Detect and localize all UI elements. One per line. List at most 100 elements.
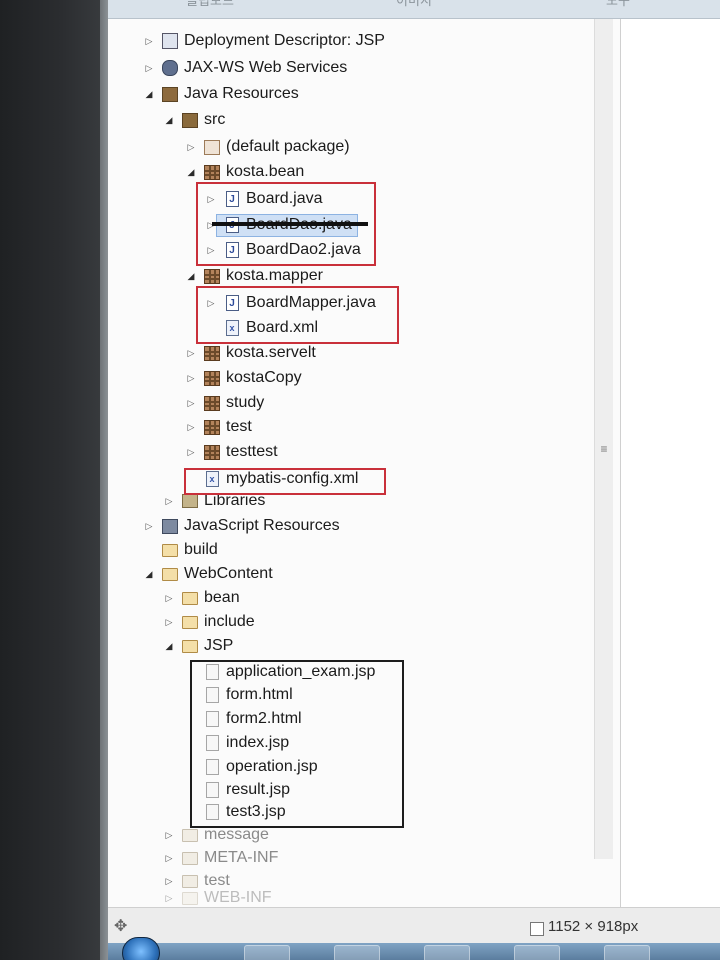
triangle-down-icon[interactable]: ◢	[164, 114, 174, 126]
package-icon	[204, 164, 220, 180]
triangle-right-icon[interactable]: ▷	[144, 62, 154, 74]
tree-item-label: JAX-WS Web Services	[184, 59, 348, 76]
javascript-resources-icon	[162, 518, 178, 534]
triangle-right-icon[interactable]: ▷	[164, 892, 174, 904]
triangle-right-icon[interactable]: ▷	[186, 397, 196, 409]
tree-item-label: WebContent	[184, 565, 273, 582]
tree-item-webcontent[interactable]: ◢ WebContent	[144, 563, 273, 585]
move-icon: ✥	[114, 918, 128, 935]
triangle-right-icon[interactable]: ▷	[186, 421, 196, 433]
tab-tools[interactable]: 도구	[516, 0, 720, 18]
package-icon	[204, 345, 220, 361]
taskbar-app-button[interactable]	[514, 945, 560, 960]
tree-item-bean[interactable]: ▷ bean	[164, 587, 240, 609]
taskbar-app-button[interactable]	[334, 945, 380, 960]
package-icon	[204, 370, 220, 386]
folder-open-icon	[182, 638, 198, 654]
triangle-down-icon[interactable]: ◢	[186, 270, 196, 282]
tree-item-label: JSP	[204, 637, 234, 654]
tab-image[interactable]: 이미지	[312, 0, 516, 18]
triangle-right-icon[interactable]: ▷	[186, 347, 196, 359]
tree-item-label: kosta.servelt	[226, 344, 316, 361]
triangle-down-icon[interactable]: ◢	[186, 166, 196, 178]
tree-item-label: WEB-INF	[204, 891, 272, 905]
folder-open-icon	[162, 566, 178, 582]
tree-item-default-package[interactable]: ▷ (default package)	[186, 136, 350, 158]
tree-item-jax-ws[interactable]: ▷ JAX-WS Web Services	[144, 57, 347, 79]
no-arrow-spacer	[144, 544, 154, 556]
folder-icon	[182, 891, 198, 905]
tree-item-label: JavaScript Resources	[184, 517, 340, 534]
vertical-scrollbar[interactable]: ≡	[594, 19, 613, 859]
tree-item-java-resources[interactable]: ◢ Java Resources	[144, 83, 299, 105]
editor-pane	[621, 19, 720, 907]
tree-item-label: META-INF	[204, 849, 279, 866]
folder-icon	[182, 827, 198, 843]
tree-item-kostacopy[interactable]: ▷ kostaCopy	[186, 367, 302, 389]
tree-item-deployment-descriptor[interactable]: ▷ Deployment Descriptor: JSP	[144, 30, 385, 52]
tree-item-meta-inf[interactable]: ▷ META-INF	[164, 847, 279, 869]
tree-item-javascript-resources[interactable]: ▷ JavaScript Resources	[144, 515, 340, 537]
tree-item-label: test	[204, 872, 230, 889]
triangle-right-icon[interactable]: ▷	[164, 495, 174, 507]
triangle-right-icon[interactable]: ▷	[164, 875, 174, 887]
tree-item-label: testtest	[226, 443, 278, 460]
tree-item-label: study	[226, 394, 265, 411]
taskbar-app-button[interactable]	[424, 945, 470, 960]
tree-item-label: test	[226, 418, 252, 435]
package-icon	[204, 139, 220, 155]
folder-icon	[182, 850, 198, 866]
folder-icon	[182, 873, 198, 889]
deployment-descriptor-icon	[162, 33, 178, 49]
folder-icon	[162, 542, 178, 558]
tree-item-label: (default package)	[226, 138, 350, 155]
triangle-right-icon[interactable]: ▷	[164, 616, 174, 628]
package-icon	[204, 444, 220, 460]
folder-icon	[182, 614, 198, 630]
triangle-right-icon[interactable]: ▷	[186, 446, 196, 458]
highlight-box-mapper-files	[196, 286, 399, 344]
scroll-grip-icon[interactable]: ≡	[599, 443, 609, 455]
tree-item-kosta-mapper[interactable]: ◢ kosta.mapper	[186, 265, 323, 287]
tree-item-web-inf[interactable]: ▷ WEB-INF	[164, 891, 272, 905]
taskbar	[108, 937, 720, 960]
triangle-right-icon[interactable]: ▷	[164, 829, 174, 841]
screen: 클립보드 이미지 도구 ▷ Deployment Descriptor: JSP…	[108, 0, 720, 960]
triangle-right-icon[interactable]: ▷	[186, 141, 196, 153]
triangle-down-icon[interactable]: ◢	[144, 568, 154, 580]
monitor-bezel	[0, 0, 112, 960]
ribbon-tabs: 클립보드 이미지 도구	[108, 0, 720, 19]
image-dimensions: 1152 × 918px	[548, 918, 639, 935]
highlight-box-bean-files	[196, 182, 376, 266]
tree-item-test-folder[interactable]: ▷ test	[164, 870, 230, 892]
triangle-down-icon[interactable]: ◢	[144, 88, 154, 100]
tree-item-label: kosta.mapper	[226, 267, 323, 284]
triangle-right-icon[interactable]: ▷	[164, 852, 174, 864]
tree-item-label: message	[204, 826, 269, 843]
java-resources-icon	[162, 86, 178, 102]
triangle-down-icon[interactable]: ◢	[164, 640, 174, 652]
triangle-right-icon[interactable]: ▷	[164, 592, 174, 604]
tree-item-study[interactable]: ▷ study	[186, 392, 265, 414]
highlight-box-mybatis-config	[184, 468, 386, 495]
tree-item-kosta-servelt[interactable]: ▷ kosta.servelt	[186, 342, 316, 364]
triangle-right-icon[interactable]: ▷	[144, 35, 154, 47]
tree-item-jsp[interactable]: ◢ JSP	[164, 635, 234, 657]
taskbar-app-button[interactable]	[604, 945, 650, 960]
tree-item-testtest[interactable]: ▷ testtest	[186, 441, 278, 463]
tree-item-test[interactable]: ▷ test	[186, 416, 252, 438]
tree-item-include[interactable]: ▷ include	[164, 611, 255, 633]
triangle-right-icon[interactable]: ▷	[144, 520, 154, 532]
tree-item-label: kostaCopy	[226, 369, 302, 386]
web-services-icon	[162, 60, 178, 76]
tree-item-src[interactable]: ◢ src	[164, 109, 226, 131]
tab-clipboard[interactable]: 클립보드	[108, 0, 312, 18]
tree-item-label: build	[184, 541, 218, 558]
triangle-right-icon[interactable]: ▷	[186, 372, 196, 384]
start-button[interactable]	[122, 937, 160, 960]
tree-item-label: bean	[204, 589, 240, 606]
tree-item-build[interactable]: build	[144, 539, 218, 561]
taskbar-app-button[interactable]	[244, 945, 290, 960]
selection-size-icon	[530, 922, 544, 936]
tree-item-kosta-bean[interactable]: ◢ kosta.bean	[186, 161, 305, 183]
